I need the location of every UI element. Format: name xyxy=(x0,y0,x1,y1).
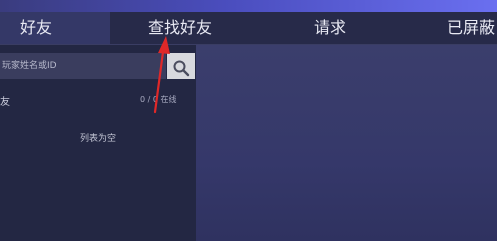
friends-header-row: 友 0 / 0 在线 xyxy=(0,93,196,109)
tab-requests[interactable]: 请求 xyxy=(314,12,346,44)
top-accent-strip xyxy=(0,0,497,12)
search-button[interactable] xyxy=(167,53,195,79)
empty-list-text: 列表为空 xyxy=(79,134,116,144)
detail-panel xyxy=(196,45,497,241)
online-count: 0 / 0 在线 xyxy=(140,95,177,104)
tab-bar: 好友 查找好友 请求 已屏蔽 xyxy=(0,12,497,45)
friends-panel: 友 0 / 0 在线 列表为空 xyxy=(0,45,196,241)
tab-friends[interactable]: 好友 xyxy=(0,12,110,44)
friends-label: 友 xyxy=(0,97,10,108)
search-input[interactable] xyxy=(0,53,166,79)
tab-blocked[interactable]: 已屏蔽 xyxy=(447,12,495,44)
search-icon xyxy=(173,60,190,77)
tab-find-friends[interactable]: 查找好友 xyxy=(148,12,212,44)
